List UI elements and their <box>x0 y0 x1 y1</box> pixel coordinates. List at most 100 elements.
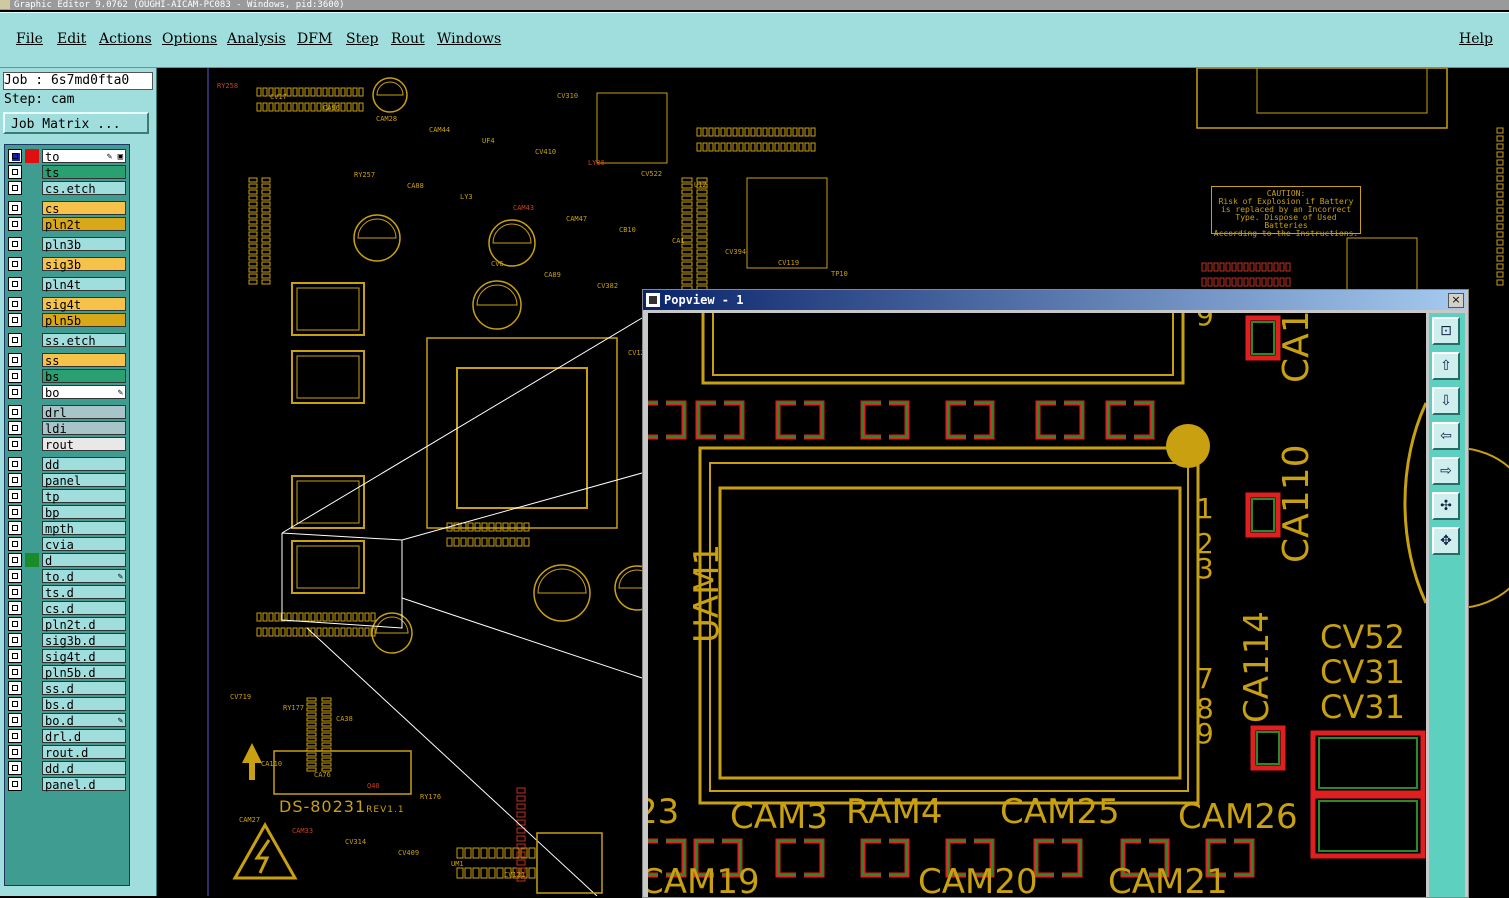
layer-visibility-checkbox[interactable] <box>8 489 22 503</box>
menu-step[interactable]: Step <box>346 31 378 47</box>
layer-visibility-checkbox[interactable] <box>8 313 22 327</box>
menu-rout[interactable]: Rout <box>391 31 425 47</box>
layer-row-pln2t[interactable]: pln2t <box>8 217 126 232</box>
menu-dfm[interactable]: DFM <box>297 31 332 47</box>
layer-row-drl-d[interactable]: drl.d <box>8 729 126 744</box>
layer-row-pln5b[interactable]: pln5b <box>8 313 126 328</box>
layer-visibility-checkbox[interactable] <box>8 569 22 583</box>
layer-visibility-checkbox[interactable] <box>8 405 22 419</box>
layer-name[interactable]: bp <box>42 505 126 520</box>
layer-name[interactable]: pln2t.d <box>42 617 126 632</box>
layer-row-ss-d[interactable]: ss.d <box>8 681 126 696</box>
layer-name[interactable]: bs.d <box>42 697 126 712</box>
zoom-fit-icon[interactable]: ⊡ <box>1432 317 1460 345</box>
layer-name[interactable]: pln4t <box>42 277 126 292</box>
layer-visibility-checkbox[interactable] <box>8 617 22 631</box>
popview-close-button[interactable]: × <box>1448 293 1464 308</box>
layer-visibility-checkbox[interactable] <box>8 217 22 231</box>
layer-visibility-checkbox[interactable] <box>8 585 22 599</box>
layer-name[interactable]: ldi <box>42 421 126 436</box>
layer-name[interactable]: pln5b <box>42 313 126 328</box>
layer-visibility-checkbox[interactable] <box>8 697 22 711</box>
layer-row-tp[interactable]: tp <box>8 489 126 504</box>
layer-row-sig4t[interactable]: sig4t <box>8 297 126 312</box>
pan-right-icon[interactable]: ⇨ <box>1432 457 1460 485</box>
layer-visibility-checkbox[interactable] <box>8 537 22 551</box>
layer-row-bo[interactable]: bo ✎ <box>8 385 126 400</box>
layer-visibility-checkbox[interactable] <box>8 713 22 727</box>
job-matrix-button[interactable]: Job Matrix ... <box>3 112 149 134</box>
zoom-in-icon[interactable]: ⇧ <box>1432 352 1460 380</box>
layer-name[interactable]: panel <box>42 473 126 488</box>
layer-visibility-checkbox[interactable] <box>8 745 22 759</box>
layer-color-swatch[interactable] <box>25 149 39 163</box>
layer-visibility-checkbox[interactable] <box>8 353 22 367</box>
layer-visibility-checkbox[interactable] <box>8 553 22 567</box>
layer-name[interactable]: sig3b <box>42 257 126 272</box>
layer-name[interactable]: to.d ✎ <box>42 569 126 584</box>
layer-name[interactable]: sig3b.d <box>42 633 126 648</box>
menu-analysis[interactable]: Analysis <box>227 31 286 47</box>
layer-row-bo-d[interactable]: bo.d ✎ <box>8 713 126 728</box>
layer-name[interactable]: pln2t <box>42 217 126 232</box>
layer-row-ss-etch[interactable]: ss.etch <box>8 333 126 348</box>
menu-options[interactable]: Options <box>162 31 217 47</box>
layer-row-pln4t[interactable]: pln4t <box>8 277 126 292</box>
layer-visibility-checkbox[interactable] <box>8 761 22 775</box>
layer-visibility-checkbox[interactable] <box>8 201 22 215</box>
layer-visibility-checkbox[interactable] <box>8 237 22 251</box>
layer-row-bp[interactable]: bp <box>8 505 126 520</box>
layer-row-panel-d[interactable]: panel.d <box>8 777 126 792</box>
layer-visibility-checkbox[interactable] <box>8 165 22 179</box>
layer-row-pln2t-d[interactable]: pln2t.d <box>8 617 126 632</box>
center-icon[interactable]: ✥ <box>1432 527 1460 555</box>
popview-zoom-view[interactable]: UAM1CA1CA110CA114 CV52CV31CV31CAM3 RAM4 CAM… <box>648 313 1426 897</box>
layer-name[interactable]: dd.d <box>42 761 126 776</box>
layer-name[interactable]: bo.d ✎ <box>42 713 126 728</box>
layer-name[interactable]: cs.d <box>42 601 126 616</box>
layer-name[interactable]: pln3b <box>42 237 126 252</box>
layer-visibility-checkbox[interactable] <box>8 777 22 791</box>
zoom-extent-icon[interactable]: ✣ <box>1432 492 1460 520</box>
layer-visibility-checkbox[interactable] <box>8 385 22 399</box>
menu-windows[interactable]: Windows <box>437 31 501 47</box>
layer-name[interactable]: sig4t.d <box>42 649 126 664</box>
layer-name[interactable]: ts.d <box>42 585 126 600</box>
layer-name[interactable]: pln5b.d <box>42 665 126 680</box>
layer-visibility-checkbox[interactable] <box>8 457 22 471</box>
layer-visibility-checkbox[interactable] <box>8 729 22 743</box>
menu-help[interactable]: Help <box>1459 31 1493 47</box>
layer-name[interactable]: rout.d <box>42 745 126 760</box>
layer-name[interactable]: dd <box>42 457 126 472</box>
layer-row-bs[interactable]: bs <box>8 369 126 384</box>
layer-row-sig3b-d[interactable]: sig3b.d <box>8 633 126 648</box>
layer-visibility-checkbox[interactable] <box>8 633 22 647</box>
menu-edit[interactable]: Edit <box>57 31 86 47</box>
layer-row-pln3b[interactable]: pln3b <box>8 237 126 252</box>
layer-row-cs-etch[interactable]: cs.etch <box>8 181 126 196</box>
layer-name[interactable]: drl.d <box>42 729 126 744</box>
menu-file[interactable]: File <box>16 31 43 47</box>
layer-visibility-checkbox[interactable] <box>8 437 22 451</box>
layer-visibility-checkbox[interactable] <box>8 649 22 663</box>
layer-visibility-checkbox[interactable] <box>8 297 22 311</box>
layer-row-to[interactable]: to ✎ ▣ <box>8 149 126 164</box>
layer-name[interactable]: d <box>42 553 126 568</box>
layer-visibility-checkbox[interactable] <box>8 149 22 163</box>
layer-visibility-checkbox[interactable] <box>8 681 22 695</box>
layer-row-panel[interactable]: panel <box>8 473 126 488</box>
layer-visibility-checkbox[interactable] <box>8 473 22 487</box>
layer-row-ss[interactable]: ss <box>8 353 126 368</box>
layer-visibility-checkbox[interactable] <box>8 257 22 271</box>
layer-visibility-checkbox[interactable] <box>8 369 22 383</box>
layer-name[interactable]: cs <box>42 201 126 216</box>
layer-row-rout[interactable]: rout <box>8 437 126 452</box>
layer-row-dd[interactable]: dd <box>8 457 126 472</box>
layer-name[interactable]: ts <box>42 165 126 180</box>
layer-visibility-checkbox[interactable] <box>8 521 22 535</box>
layer-name[interactable]: cvia <box>42 537 126 552</box>
layer-row-cs-d[interactable]: cs.d <box>8 601 126 616</box>
layer-row-sig4t-d[interactable]: sig4t.d <box>8 649 126 664</box>
layer-row-rout-d[interactable]: rout.d <box>8 745 126 760</box>
popview-window[interactable]: Popview - 1 × UAM1 CA1 CA110 CA114 CV52 CV31 C… <box>642 289 1469 898</box>
